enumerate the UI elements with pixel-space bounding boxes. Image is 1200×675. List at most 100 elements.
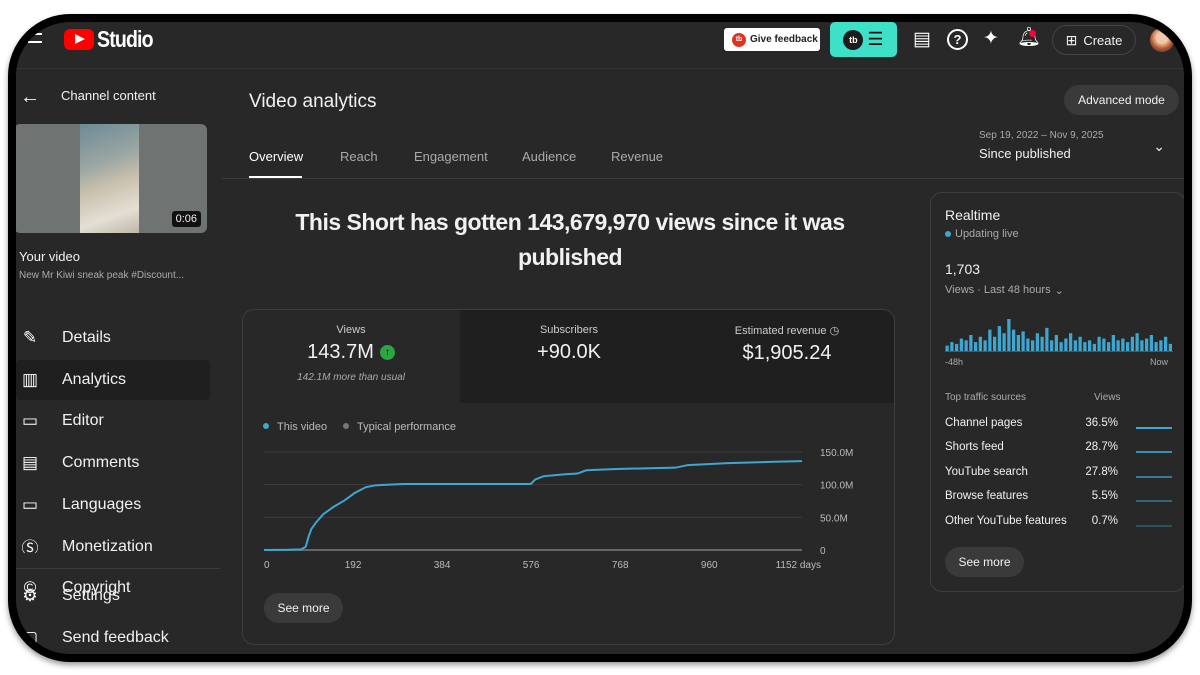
realtime-bar[interactable] [1088,340,1092,351]
subtitles-icon: ▭ [21,494,39,514]
advanced-mode-button[interactable]: Advanced mode [1064,85,1179,115]
clock-icon: ◷ [829,325,840,337]
realtime-bar[interactable] [1121,338,1125,351]
sidebar-item-comments[interactable]: ▤ Comments [16,443,210,483]
realtime-bar[interactable] [1092,343,1096,351]
realtime-bar[interactable] [1116,340,1120,351]
traffic-source-row[interactable]: Shorts feed 28.7% [945,441,1173,454]
realtime-bar[interactable] [1035,333,1039,351]
realtime-bar[interactable] [964,340,968,351]
realtime-bar[interactable] [1040,336,1044,351]
see-more-button[interactable]: See more [264,593,343,623]
realtime-bar[interactable] [1031,340,1035,351]
realtime-see-more-button[interactable]: See more [945,547,1024,577]
traffic-source-row[interactable]: Browse features 5.5% [945,490,1173,503]
tab-audience[interactable]: Audience [522,149,576,164]
sidebar-item-languages[interactable]: ▭ Languages [16,485,210,525]
notifications-icon[interactable]: 🔔︎ [1017,28,1041,47]
realtime-bar[interactable] [1164,336,1168,351]
realtime-title: Realtime [945,207,1001,223]
sparkline [1136,521,1172,527]
comments-icon: ▤ [21,453,39,473]
kpi-views[interactable]: Views 143.7M ↑ 142.1M more than usual [242,310,460,403]
tab-engagement[interactable]: Engagement [414,149,488,164]
x-tick-label: 192 [345,560,362,571]
legend-marker [343,423,349,429]
feedback-chat-icon[interactable]: ▤ [913,30,931,49]
tab-revenue[interactable]: Revenue [611,149,663,164]
realtime-bar[interactable] [988,329,992,351]
headline: This Short has gotten 143,679,970 views … [295,209,845,270]
realtime-bar[interactable] [1135,333,1139,351]
realtime-bar[interactable] [1083,342,1087,351]
realtime-bar[interactable] [1149,335,1153,351]
realtime-bar[interactable] [1016,335,1020,351]
kpi-subscribers[interactable]: Subscribers +90.0K [460,310,678,403]
realtime-bar[interactable] [1111,335,1115,351]
create-button[interactable]: ⊞ Create [1052,25,1136,55]
legend-label: Typical performance [357,421,456,433]
realtime-bar[interactable] [1021,331,1025,351]
realtime-bar[interactable] [1145,338,1149,351]
realtime-bar[interactable] [1002,333,1006,351]
menu-icon[interactable] [28,33,42,43]
sidebar-item-send-feedback[interactable]: ▢ Send feedback [16,618,210,654]
realtime-bar[interactable] [1159,340,1163,351]
video-plus-icon: ⊞ [1065,31,1078,48]
sidebar-item-analytics[interactable]: ▥ Analytics [16,359,210,400]
realtime-bar[interactable] [1069,333,1073,351]
realtime-bar[interactable] [1050,340,1054,351]
realtime-bar[interactable] [1130,336,1134,351]
tab-reach[interactable]: Reach [340,149,378,164]
sparkline [1136,472,1172,478]
traffic-source-row[interactable]: YouTube search 27.8% [945,466,1173,478]
realtime-bar[interactable] [1154,342,1158,351]
traffic-source-row[interactable]: Other YouTube features 0.7% [945,515,1173,527]
realtime-bar[interactable] [1073,340,1077,351]
realtime-bar[interactable] [993,336,997,351]
tab-overview[interactable]: Overview [249,149,303,164]
realtime-bar[interactable] [969,335,973,351]
sidebar-item-editor[interactable]: ▭ Editor [16,401,210,441]
realtime-bar[interactable] [1064,338,1068,351]
traffic-source-row[interactable]: Channel pages 36.5% [945,417,1173,429]
sparkle-icon[interactable]: ✦ [983,29,999,48]
realtime-bar[interactable] [950,342,954,351]
date-range-selector[interactable]: Sep 19, 2022 – Nov 9, 2025 Since publish… [979,130,1179,166]
kpi-estimated-revenue[interactable]: Estimated revenue ◷ $1,905.24 [678,310,896,403]
realtime-bar[interactable] [1012,329,1016,351]
realtime-bar[interactable] [1026,338,1030,351]
realtime-bar[interactable] [1168,343,1172,351]
realtime-bar[interactable] [1140,340,1144,351]
back-arrow-icon[interactable]: ← [20,86,40,109]
y-tick-label: 150.0M [820,448,853,459]
video-thumbnail[interactable]: 0:06 [16,124,207,233]
channel-content-link[interactable]: Channel content [61,88,156,103]
realtime-bar[interactable] [1007,319,1011,351]
realtime-bar[interactable] [978,336,982,351]
realtime-bar[interactable] [955,343,959,351]
sidebar-item-details[interactable]: ✎ Details [16,318,210,358]
realtime-bar[interactable] [1059,342,1063,351]
y-tick-label: 50.0M [820,513,848,524]
realtime-bar[interactable] [1126,342,1130,351]
help-icon[interactable]: ? [947,29,968,50]
realtime-bar[interactable] [1107,342,1111,351]
give-feedback-button[interactable]: tb Give feedback [724,28,820,51]
realtime-bar[interactable] [1102,338,1106,351]
realtime-bar[interactable] [1054,335,1058,351]
live-dot-icon [945,231,951,237]
realtime-bar[interactable] [1045,327,1049,351]
realtime-bar[interactable] [1078,336,1082,351]
realtime-bar[interactable] [1097,336,1101,351]
sidebar-item-settings[interactable]: ⚙ Settings [16,576,210,616]
tubebuddy-button[interactable]: tb ☰ [830,22,897,57]
realtime-bar[interactable] [983,340,987,351]
youtube-studio-logo[interactable]: Studio [64,26,163,53]
realtime-bar[interactable] [974,342,978,351]
avatar[interactable] [1150,28,1174,52]
chevron-down-icon: ⌄ [1054,285,1064,297]
period-selector[interactable]: Views · Last 48 hours ⌄ [945,284,1064,297]
realtime-bar[interactable] [997,326,1001,351]
realtime-bar[interactable] [959,338,963,351]
